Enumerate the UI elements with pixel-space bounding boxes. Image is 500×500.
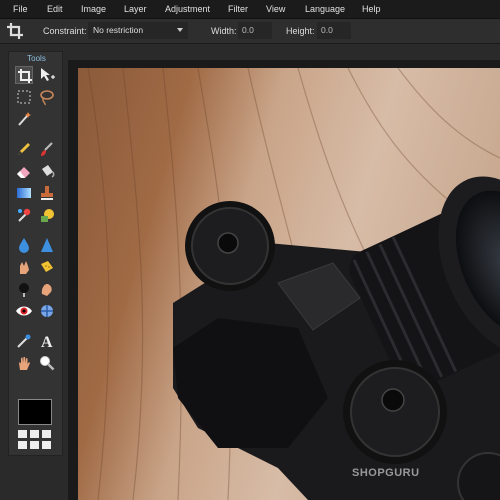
menu-adjustment[interactable]: Adjustment <box>165 0 210 18</box>
crop-icon <box>6 22 24 40</box>
height-label: Height: <box>286 26 315 36</box>
menu-edit[interactable]: Edit <box>47 0 63 18</box>
burn-icon[interactable] <box>15 280 33 298</box>
gradient-icon[interactable] <box>15 184 33 202</box>
eraser-icon[interactable] <box>15 162 33 180</box>
menu-view[interactable]: View <box>266 0 285 18</box>
menu-image[interactable]: Image <box>81 0 106 18</box>
lasso-icon[interactable] <box>38 88 56 106</box>
wand-icon[interactable] <box>15 110 33 128</box>
colorpicker-icon[interactable] <box>15 206 33 224</box>
dodge-icon[interactable] <box>38 280 56 298</box>
foreground-color-swatch[interactable] <box>18 399 52 425</box>
constraint-label: Constraint: <box>43 26 87 36</box>
menu-bar: File Edit Image Layer Adjustment Filter … <box>0 0 500 19</box>
bucket-icon[interactable] <box>38 162 56 180</box>
replace-color-icon[interactable] <box>38 206 56 224</box>
eyedropper-icon[interactable] <box>15 332 33 350</box>
constraint-value: No restriction <box>93 25 144 35</box>
watermark: SHOPGURU <box>352 467 420 479</box>
tools-panel: Tools A <box>8 51 63 456</box>
redeye-icon[interactable] <box>15 302 33 320</box>
sharpen-icon[interactable] <box>38 236 56 254</box>
pencil-icon[interactable] <box>15 140 33 158</box>
menu-layer[interactable]: Layer <box>124 0 147 18</box>
spot-heal-icon[interactable] <box>38 302 56 320</box>
tools-title: Tools <box>27 54 46 63</box>
text-icon[interactable]: A <box>38 332 56 350</box>
zoom-icon[interactable] <box>38 354 56 372</box>
width-field[interactable]: 0.0 <box>238 22 272 39</box>
menu-file[interactable]: File <box>13 0 28 18</box>
drop-icon[interactable] <box>15 236 33 254</box>
grid-icon[interactable] <box>18 430 52 450</box>
move-icon[interactable] <box>38 66 56 84</box>
chevron-down-icon <box>177 28 183 32</box>
brush-icon[interactable] <box>38 140 56 158</box>
smudge-icon[interactable] <box>15 258 33 276</box>
hand-icon[interactable] <box>15 354 33 372</box>
crop-tool-icon[interactable] <box>15 66 33 84</box>
options-bar: Constraint: No restriction Width: 0.0 He… <box>0 19 500 44</box>
marquee-icon[interactable] <box>15 88 33 106</box>
camera-photo <box>78 68 500 500</box>
height-field[interactable]: 0.0 <box>317 22 351 39</box>
menu-language[interactable]: Language <box>305 0 345 18</box>
width-label: Width: <box>211 26 237 36</box>
stamp-icon[interactable] <box>38 184 56 202</box>
svg-text:A: A <box>41 334 53 350</box>
sponge-icon[interactable] <box>38 258 56 276</box>
menu-help[interactable]: Help <box>362 0 381 18</box>
image-canvas[interactable] <box>78 68 500 500</box>
constraint-select[interactable]: No restriction <box>88 22 188 39</box>
menu-filter[interactable]: Filter <box>228 0 248 18</box>
